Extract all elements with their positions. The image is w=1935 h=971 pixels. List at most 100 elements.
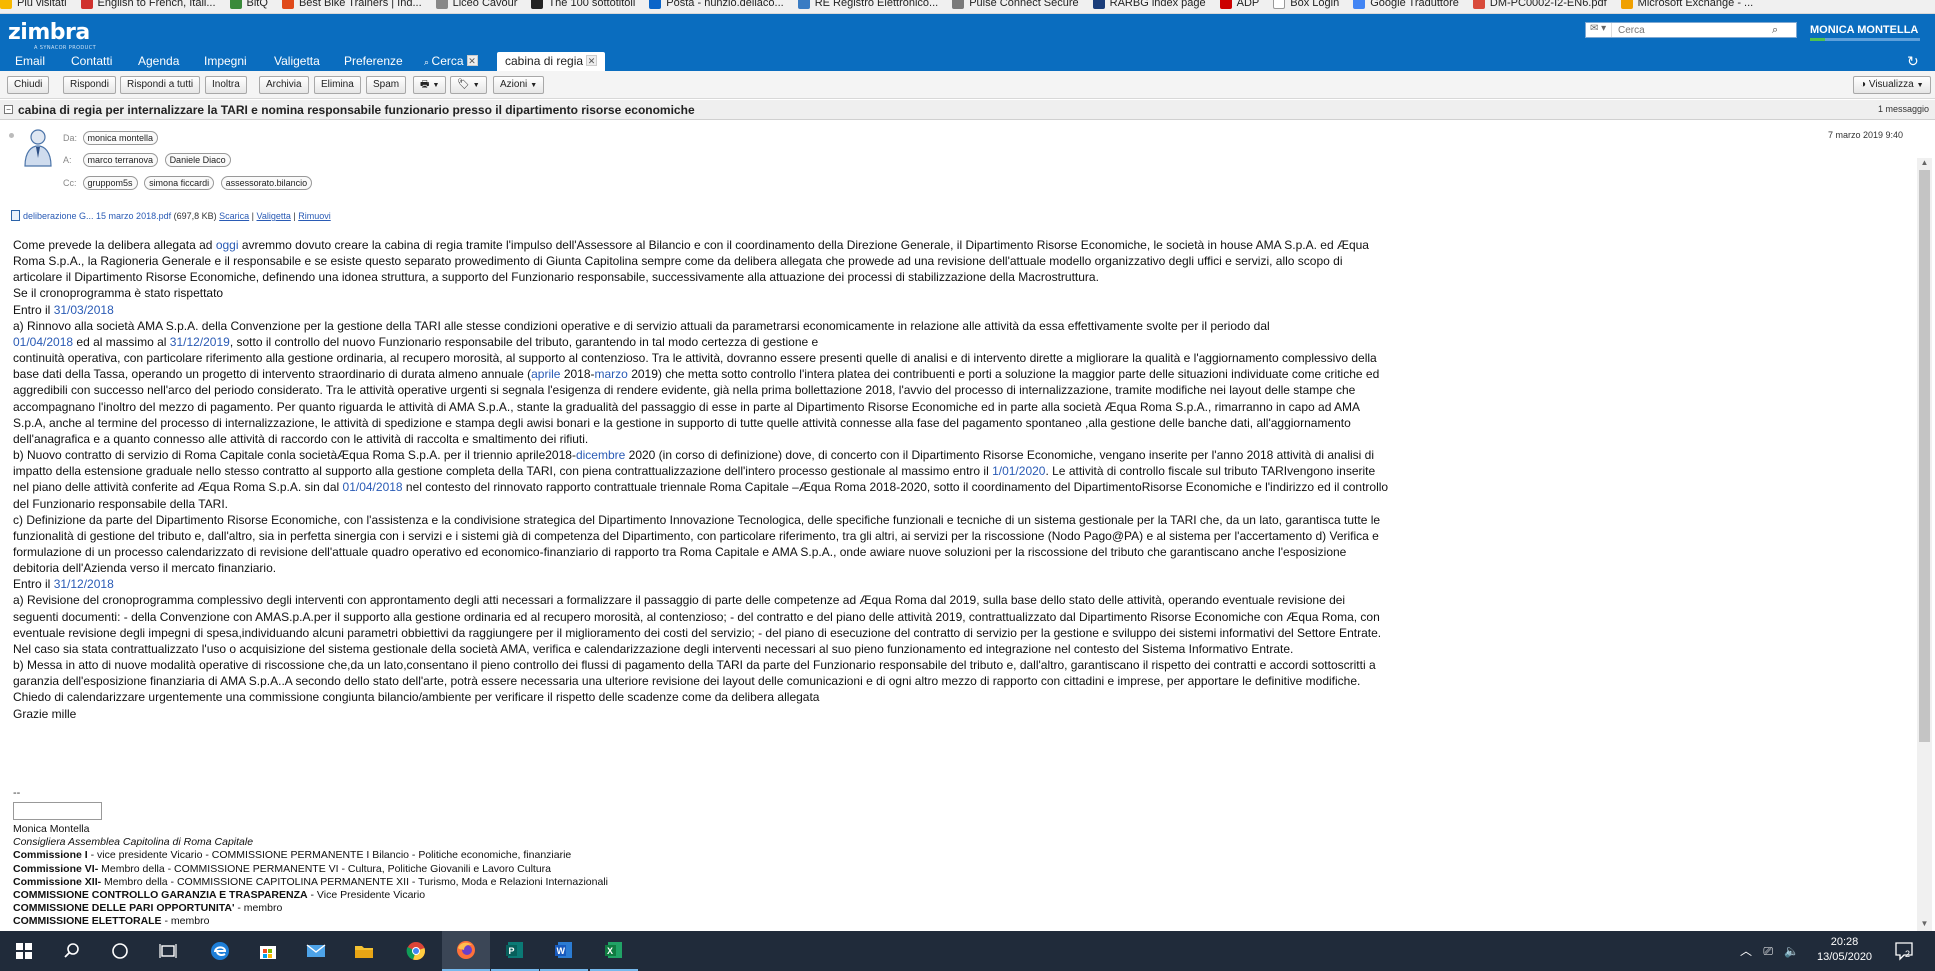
recipient-pill[interactable]: marco terranova xyxy=(82,153,159,167)
file-explorer-app[interactable] xyxy=(340,931,388,971)
bookmark-item[interactable]: DM-PC0002-I2-EN6.pdf xyxy=(1472,0,1607,10)
date-link[interactable]: 31/12/2019 xyxy=(170,335,230,349)
date-link[interactable]: 01/04/2018 xyxy=(13,335,73,349)
rispondi-button[interactable]: Rispondi xyxy=(63,76,116,94)
search-taskbar-button[interactable] xyxy=(48,931,96,971)
scarica-link[interactable]: Scarica xyxy=(219,211,249,221)
date-link[interactable]: 1/01/2020 xyxy=(992,464,1045,478)
scroll-up-icon[interactable]: ▲ xyxy=(1917,158,1932,170)
bookmark-item[interactable]: Best Bike Trainers | Ind... xyxy=(281,0,422,10)
notification-center-button[interactable]: 2 xyxy=(1893,939,1915,961)
cc-pill[interactable]: simona ficcardi xyxy=(144,176,215,190)
date-link[interactable]: aprile xyxy=(531,367,560,381)
bookmark-item[interactable]: Posta - nunzio.dellaco... xyxy=(649,0,784,10)
task-view-button[interactable] xyxy=(144,931,192,971)
tab-email[interactable]: Email xyxy=(15,52,45,71)
read-status-dot[interactable] xyxy=(9,133,14,138)
date-link[interactable]: 31/12/2018 xyxy=(54,577,114,591)
publisher-app[interactable]: P xyxy=(491,931,539,971)
firefox-app[interactable] xyxy=(442,931,490,971)
search-icon[interactable]: ⌕ xyxy=(1772,24,1778,37)
spam-button[interactable]: Spam xyxy=(366,76,407,94)
azioni-button[interactable]: Azioni ▼ xyxy=(493,76,545,94)
chevron-down-icon: ▼ xyxy=(472,82,480,89)
recipient-pill[interactable]: Daniele Diaco xyxy=(164,153,231,167)
search-icon xyxy=(64,943,79,958)
date-link[interactable]: 31/03/2018 xyxy=(54,303,114,317)
zimbra-logo[interactable]: zimbra A SYNACOR PRODUCT xyxy=(8,20,96,51)
archivia-button[interactable]: Archivia xyxy=(259,76,309,94)
bookmark-item[interactable]: RE Registro Elettronico... xyxy=(797,0,938,10)
tag-icon: 🏷 xyxy=(457,79,470,90)
tab-cabina-di-regia[interactable]: cabina di regia ✕ xyxy=(497,52,606,71)
search-input[interactable] xyxy=(1612,24,1772,36)
tab-valigetta[interactable]: Valigetta xyxy=(274,52,320,71)
rimuovi-link[interactable]: Rimuovi xyxy=(298,211,331,221)
chrome-app[interactable] xyxy=(392,931,440,971)
bookmark-item[interactable]: RARBG index page xyxy=(1092,0,1206,10)
date-link[interactable]: dicembre xyxy=(576,448,625,462)
bookmark-item[interactable]: BitQ xyxy=(229,0,268,10)
bookmark-item[interactable]: The 100 sottotitoli xyxy=(531,0,635,10)
bookmark-item[interactable]: Liceo Cavour xyxy=(435,0,517,10)
bookmark-item[interactable]: Box Login xyxy=(1273,0,1339,10)
attachment-name[interactable]: deliberazione G... 15 marzo 2018.pdf xyxy=(23,211,171,221)
bookmark-item[interactable]: Microsoft Exchange - ... xyxy=(1620,0,1753,10)
date-link[interactable]: oggi xyxy=(216,238,239,252)
cc-pill[interactable]: gruppom5s xyxy=(82,176,138,190)
scroll-down-icon[interactable]: ▼ xyxy=(1917,919,1932,931)
valigetta-link[interactable]: Valigetta xyxy=(257,211,291,221)
excel-app[interactable]: X xyxy=(590,931,638,971)
body-paragraph: Chiedo di calendarizzare urgentemente un… xyxy=(13,690,820,705)
tab-agenda[interactable]: Agenda xyxy=(138,52,179,71)
collapse-toggle-icon[interactable]: − xyxy=(4,105,13,114)
refresh-icon[interactable]: ↻ xyxy=(1907,53,1919,70)
tab-impegni[interactable]: Impegni xyxy=(204,52,247,71)
search-box[interactable]: ✉ ▾ ⌕ xyxy=(1585,22,1797,38)
close-tab-icon[interactable]: ✕ xyxy=(586,55,598,66)
date-link[interactable]: 01/04/2018 xyxy=(343,480,403,494)
close-tab-icon[interactable]: ✕ xyxy=(466,55,478,66)
print-button[interactable]: 🖶 ▼ xyxy=(413,76,447,94)
bookmark-label: Pulse Connect Secure xyxy=(969,0,1079,9)
body-paragraph: Entro il 31/12/2018 xyxy=(13,576,1393,592)
bookmark-item[interactable]: Google Traduttore xyxy=(1353,0,1459,10)
bookmark-item[interactable]: Pulse Connect Secure xyxy=(952,0,1079,10)
visualizza-button[interactable]: ◑ Visualizza ▼ xyxy=(1853,76,1931,94)
tab-cerca[interactable]: ⌕ Cerca ✕ xyxy=(424,52,478,71)
bookmark-item[interactable]: Più visitati xyxy=(0,0,67,10)
elimina-button[interactable]: Elimina xyxy=(314,76,361,94)
bookmark-favicon-icon xyxy=(229,0,242,9)
tab-preferenze[interactable]: Preferenze xyxy=(344,52,403,71)
user-menu[interactable]: MONICA MONTELLA xyxy=(1810,24,1918,36)
svg-text:W: W xyxy=(557,946,566,956)
inoltra-button[interactable]: Inoltra xyxy=(205,76,247,94)
date-link[interactable]: marzo xyxy=(595,367,628,381)
clock[interactable]: 20:28 13/05/2020 xyxy=(1817,935,1872,965)
store-app[interactable] xyxy=(244,931,292,971)
cc-pill[interactable]: assessorato.bilancio xyxy=(220,176,313,190)
azioni-label: Azioni xyxy=(500,79,528,90)
bookmarks-bar: Più visitati English to French, Itali... B… xyxy=(0,0,1935,14)
volume-icon[interactable]: 🔈 xyxy=(1784,944,1799,958)
bookmark-item[interactable]: English to French, Itali... xyxy=(80,0,216,10)
tag-button[interactable]: 🏷 ▼ xyxy=(450,76,487,94)
store-icon xyxy=(260,946,276,959)
bookmark-item[interactable]: ADP xyxy=(1219,0,1259,10)
sender-pill[interactable]: monica montella xyxy=(82,131,159,145)
word-app[interactable]: W xyxy=(540,931,588,971)
mail-app[interactable] xyxy=(292,931,340,971)
start-button[interactable] xyxy=(0,931,48,971)
cortana-button[interactable] xyxy=(96,931,144,971)
edge-app[interactable] xyxy=(196,931,244,971)
rispondi-tutti-button[interactable]: Rispondi a tutti xyxy=(120,76,201,94)
message-scrollbar[interactable]: ▲ ▼ xyxy=(1917,158,1932,931)
search-scope-mail-icon[interactable]: ✉ ▾ xyxy=(1586,23,1612,37)
network-icon[interactable]: ⎚ xyxy=(1763,944,1773,958)
svg-text:X: X xyxy=(607,946,613,956)
visualizza-label: Visualizza xyxy=(1868,79,1914,90)
chiudi-button[interactable]: Chiudi xyxy=(7,76,50,94)
scroll-thumb[interactable] xyxy=(1919,170,1930,742)
chevron-up-icon[interactable]: ︿ xyxy=(1740,944,1752,958)
tab-contatti[interactable]: Contatti xyxy=(71,52,112,71)
